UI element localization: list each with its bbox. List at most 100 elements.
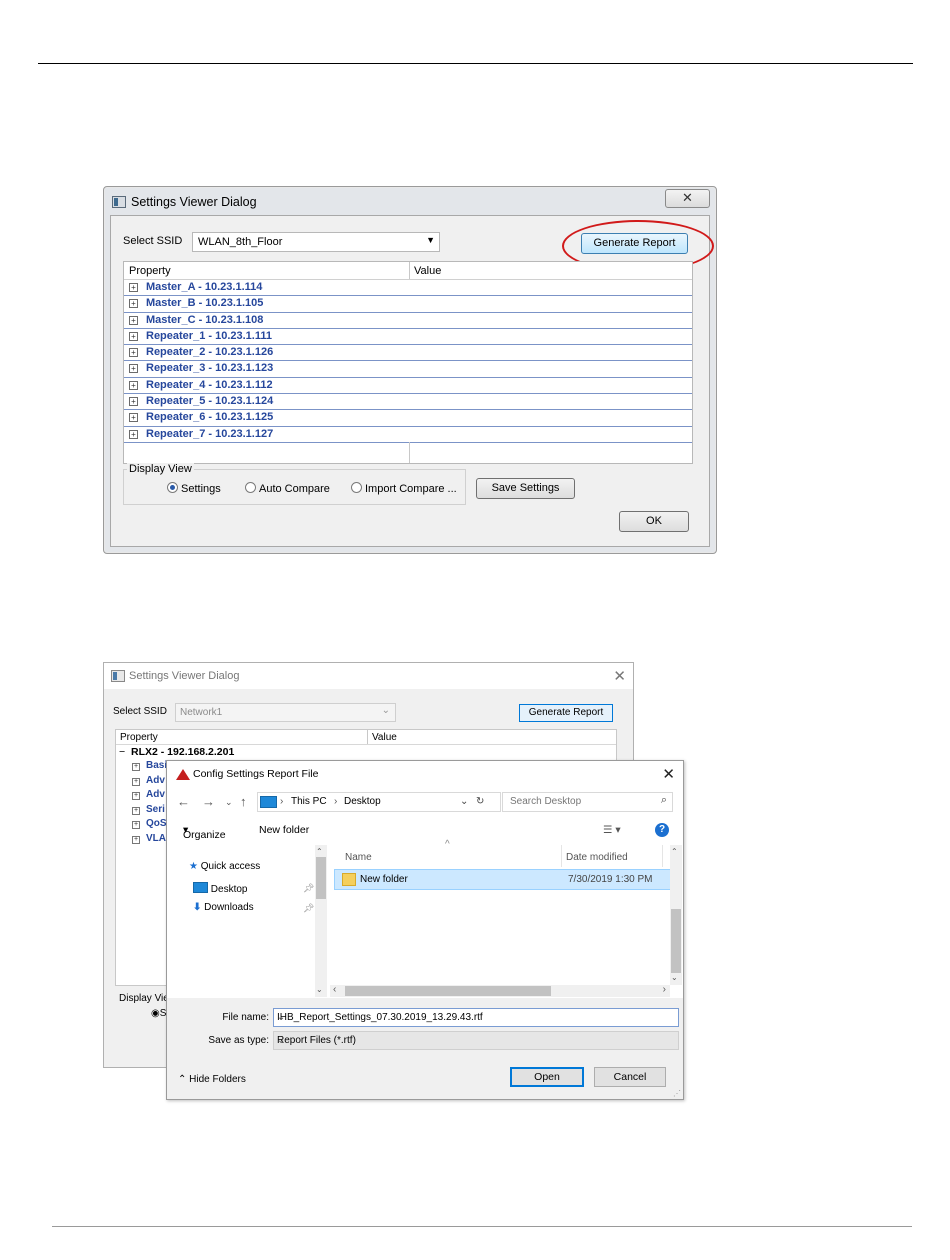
forward-arrow-icon[interactable]: → — [202, 794, 215, 809]
column-divider[interactable] — [561, 845, 562, 867]
save-as-type-dropdown[interactable]: Report Files (*.rtf) ⌄ — [273, 1031, 679, 1050]
column-divider[interactable] — [409, 262, 410, 279]
pin-icon[interactable]: 📌︎ — [303, 883, 314, 894]
tree-row[interactable]: + Repeater_3 - 10.23.1.123 — [124, 361, 692, 378]
close-icon[interactable]: ✕ — [662, 765, 675, 783]
expand-icon[interactable]: + — [129, 364, 138, 374]
column-value[interactable]: Value — [372, 732, 397, 743]
nav-scrollbar[interactable]: ⌃ ⌄ — [315, 845, 327, 997]
row-label: VLA — [146, 833, 166, 844]
cancel-button[interactable]: Cancel — [594, 1067, 666, 1087]
scroll-thumb[interactable] — [316, 857, 326, 899]
pin-icon[interactable]: 📌︎ — [303, 903, 314, 914]
expand-icon[interactable]: + — [129, 299, 138, 309]
radio-settings[interactable]: ◉S — [151, 1008, 166, 1019]
expand-icon[interactable]: + — [132, 792, 140, 800]
resize-grip-icon[interactable]: ⋰ — [673, 1089, 681, 1098]
horizontal-scrollbar[interactable]: ‹ › — [330, 984, 670, 997]
scroll-left-icon[interactable]: ‹ — [333, 984, 336, 995]
tree-row[interactable]: + Adv — [132, 775, 165, 786]
expand-icon[interactable]: + — [129, 331, 138, 341]
expand-icon[interactable]: + — [129, 283, 138, 292]
expand-icon[interactable]: + — [129, 397, 138, 407]
address-bar[interactable]: › This PC › Desktop ⌄ ↻ — [257, 792, 501, 812]
close-icon[interactable]: ✕ — [613, 667, 626, 685]
tree-row[interactable]: + Master_A - 10.23.1.114 — [124, 280, 692, 297]
scroll-thumb[interactable] — [345, 986, 551, 996]
scroll-thumb[interactable] — [671, 909, 681, 973]
expand-icon[interactable]: + — [132, 807, 140, 815]
tree-row[interactable]: + VLA — [132, 833, 166, 844]
ok-button[interactable]: OK — [619, 511, 689, 532]
column-value[interactable]: Value — [414, 265, 441, 277]
tree-row[interactable]: + Repeater_2 - 10.23.1.126 — [124, 345, 692, 362]
expand-icon[interactable]: + — [129, 348, 138, 358]
breadcrumb-desktop[interactable]: Desktop — [344, 796, 381, 807]
save-settings-button[interactable]: Save Settings — [476, 478, 575, 499]
new-folder-button[interactable]: New folder — [259, 824, 309, 836]
tree-row[interactable]: + Repeater_6 - 10.23.1.125 — [124, 410, 692, 427]
tree-row[interactable]: + Repeater_1 - 10.23.1.111 — [124, 329, 692, 346]
list-scrollbar[interactable]: ⌃ ⌄ — [670, 845, 682, 985]
breadcrumb-this-pc[interactable]: This PC — [291, 796, 327, 807]
tree-row[interactable]: + Seri — [132, 804, 165, 815]
close-button[interactable]: ✕ — [665, 189, 710, 208]
expand-icon[interactable]: + — [129, 380, 138, 390]
chevron-down-icon[interactable]: ⌄ — [460, 796, 468, 807]
column-divider[interactable] — [367, 730, 368, 744]
scroll-up-icon[interactable]: ⌃ — [671, 847, 678, 856]
tree-row[interactable]: + Adv — [132, 789, 165, 800]
expand-icon[interactable]: + — [129, 429, 138, 439]
radio-settings[interactable]: Settings — [167, 482, 221, 495]
ssid-dropdown[interactable]: Network1 ⌄ — [175, 703, 396, 722]
list-item[interactable]: New folder 7/30/2019 1:30 PM — [334, 869, 672, 890]
nav-downloads[interactable]: ⬇ Downloads — [193, 902, 254, 913]
view-options-icon[interactable]: ☰ ▾ — [603, 824, 621, 836]
expand-icon[interactable]: + — [129, 315, 138, 325]
scroll-down-icon[interactable]: ⌄ — [671, 973, 678, 982]
tree-row[interactable]: + Basi — [132, 760, 167, 771]
tree-row[interactable]: + Repeater_4 - 10.23.1.112 — [124, 378, 692, 395]
tree-row[interactable]: + Repeater_5 - 10.23.1.124 — [124, 394, 692, 411]
radio-import-compare[interactable]: Import Compare ... — [351, 482, 457, 495]
column-name[interactable]: Name — [345, 852, 372, 863]
expand-icon[interactable]: + — [129, 413, 138, 423]
scroll-up-icon[interactable]: ⌃ — [316, 847, 323, 856]
chevron-down-icon: ⌄ — [381, 705, 390, 716]
column-property[interactable]: Property — [120, 732, 158, 743]
column-date-modified[interactable]: Date modified — [566, 852, 628, 863]
generate-report-button[interactable]: Generate Report — [581, 233, 688, 254]
expand-icon[interactable]: + — [132, 836, 140, 844]
expand-icon[interactable]: + — [132, 778, 140, 786]
up-arrow-icon[interactable]: ↑ — [240, 794, 247, 809]
column-divider[interactable] — [662, 845, 663, 867]
scroll-down-icon[interactable]: ⌄ — [316, 985, 323, 994]
tree-row[interactable]: + Master_B - 10.23.1.105 — [124, 296, 692, 313]
scroll-right-icon[interactable]: › — [663, 984, 666, 995]
back-arrow-icon[interactable]: ← — [177, 794, 190, 809]
refresh-icon[interactable]: ↻ — [476, 796, 484, 807]
generate-report-button[interactable]: Generate Report — [519, 704, 613, 722]
search-input[interactable]: Search Desktop — [510, 796, 581, 807]
top-rule — [38, 63, 913, 64]
recent-locations-icon[interactable]: ⌄ — [225, 797, 233, 808]
search-box[interactable]: Search Desktop ⌕ — [502, 792, 673, 812]
tree-root-row[interactable]: − RLX2 - 192.168.2.201 — [119, 746, 234, 758]
tree-row[interactable]: + Repeater_7 - 10.23.1.127 — [124, 427, 692, 443]
expand-icon[interactable]: + — [132, 763, 140, 771]
tree-row[interactable]: + QoS — [132, 818, 167, 829]
nav-quick-access[interactable]: ★ Quick access — [189, 861, 260, 872]
help-icon[interactable]: ? — [655, 823, 669, 837]
open-button[interactable]: Open — [510, 1067, 584, 1087]
column-property[interactable]: Property — [129, 265, 171, 277]
nav-desktop[interactable]: Desktop — [193, 882, 247, 895]
expand-icon[interactable]: + — [132, 821, 140, 829]
chevron-down-icon[interactable]: ⌄ — [277, 1012, 674, 1023]
radio-auto-compare[interactable]: Auto Compare — [245, 482, 330, 495]
tree-row[interactable]: + Master_C - 10.23.1.108 — [124, 313, 692, 329]
hide-folders-toggle[interactable]: ⌃ Hide Folders — [178, 1074, 246, 1085]
organize-menu[interactable]: Organize ▾ — [183, 824, 226, 841]
file-name-field[interactable]: IHB_Report_Settings_07.30.2019_13.29.43.… — [273, 1008, 679, 1027]
ssid-dropdown[interactable]: WLAN_8th_Floor ▼ — [192, 232, 440, 252]
collapse-icon[interactable]: − — [119, 746, 125, 758]
